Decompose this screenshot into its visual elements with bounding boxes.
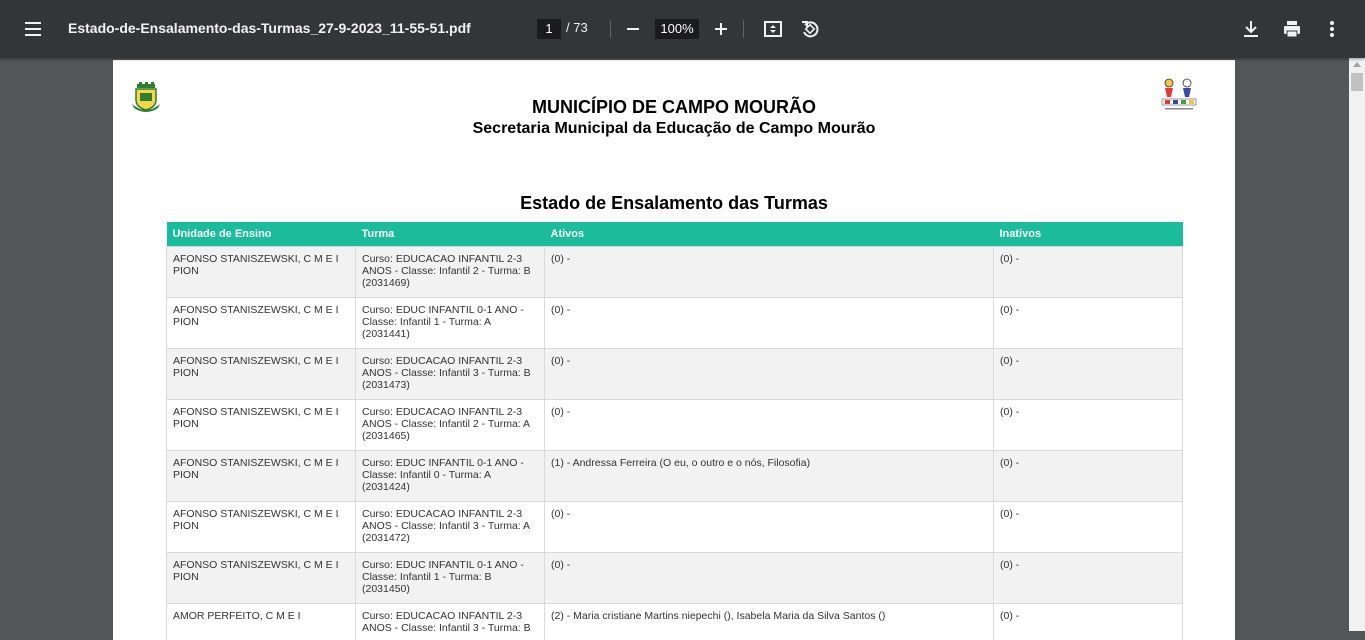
print-icon[interactable] (1281, 17, 1303, 41)
cell-turma: Curso: EDUC INFANTIL 0-1 ANO - Classe: I… (356, 298, 545, 349)
zoom-out-icon[interactable] (622, 17, 644, 41)
column-header-inativos: Inativos (994, 222, 1183, 247)
fit-page-icon[interactable] (762, 17, 784, 41)
table-row: AMOR PERFEITO, C M E I Curso: EDUCACAO I… (167, 604, 1183, 640)
cell-unidade: AFONSO STANISZEWSKI, C M E I PION (167, 451, 356, 502)
table-row: AFONSO STANISZEWSKI, C M E I PION Curso:… (167, 451, 1183, 502)
page-total: / 73 (566, 20, 588, 35)
more-options-icon[interactable] (1321, 17, 1343, 41)
table-row: AFONSO STANISZEWSKI, C M E I PION Curso:… (167, 298, 1183, 349)
cell-ativos: (0) - (545, 502, 994, 553)
scroll-up-arrow-icon[interactable] (1353, 62, 1361, 67)
cell-unidade: AFONSO STANISZEWSKI, C M E I PION (167, 553, 356, 604)
classes-table: Unidade de Ensino Turma Ativos Inativos … (166, 222, 1183, 640)
column-header-turma: Turma (356, 222, 545, 247)
document-subheading: Secretaria Municipal da Educação de Camp… (113, 120, 1235, 138)
cell-ativos: (2) - Maria cristiane Martins niepechi (… (545, 604, 994, 640)
cell-unidade: AFONSO STANISZEWSKI, C M E I PION (167, 298, 356, 349)
scrollbar-thumb[interactable] (1351, 73, 1363, 91)
cell-inativos: (0) - (994, 400, 1183, 451)
file-title: Estado-de-Ensalamento-das-Turmas_27-9-20… (68, 20, 471, 36)
cell-unidade: AFONSO STANISZEWSKI, C M E I PION (167, 502, 356, 553)
column-header-unidade: Unidade de Ensino (167, 222, 356, 247)
cell-inativos: (0) - (994, 502, 1183, 553)
cell-ativos: (0) - (545, 247, 994, 298)
cell-turma: Curso: EDUC INFANTIL 0-1 ANO - Classe: I… (356, 553, 545, 604)
table-row: AFONSO STANISZEWSKI, C M E I PION Curso:… (167, 502, 1183, 553)
table-header-row: Unidade de Ensino Turma Ativos Inativos (167, 222, 1183, 247)
pdf-toolbar: Estado-de-Ensalamento-das-Turmas_27-9-20… (0, 0, 1365, 58)
cell-turma: Curso: EDUCACAO INFANTIL 2-3 ANOS - Clas… (356, 604, 545, 640)
cell-unidade: AFONSO STANISZEWSKI, C M E I PION (167, 247, 356, 298)
cell-inativos: (0) - (994, 604, 1183, 640)
cell-inativos: (0) - (994, 247, 1183, 298)
table-row: AFONSO STANISZEWSKI, C M E I PION Curso:… (167, 553, 1183, 604)
table-row: AFONSO STANISZEWSKI, C M E I PION Curso:… (167, 247, 1183, 298)
cell-ativos: (0) - (545, 298, 994, 349)
cell-turma: Curso: EDUCACAO INFANTIL 2-3 ANOS - Clas… (356, 400, 545, 451)
report-title: Estado de Ensalamento das Turmas (113, 193, 1235, 214)
cell-turma: Curso: EDUCACAO INFANTIL 2-3 ANOS - Clas… (356, 247, 545, 298)
cell-unidade: AMOR PERFEITO, C M E I (167, 604, 356, 640)
pdf-page: MUNICÍPIO DE CAMPO MOURÃO Secretaria Mun… (113, 60, 1235, 640)
menu-icon[interactable] (22, 19, 46, 39)
zoom-in-icon[interactable] (710, 17, 732, 41)
toolbar-divider (610, 20, 611, 38)
cell-ativos: (1) - Andressa Ferreira (O eu, o outro e… (545, 451, 994, 502)
cell-unidade: AFONSO STANISZEWSKI, C M E I PION (167, 400, 356, 451)
table-row: AFONSO STANISZEWSKI, C M E I PION Curso:… (167, 349, 1183, 400)
cell-inativos: (0) - (994, 349, 1183, 400)
cell-inativos: (0) - (994, 553, 1183, 604)
download-icon[interactable] (1240, 17, 1262, 41)
cell-ativos: (0) - (545, 553, 994, 604)
zoom-level-input[interactable]: 100% (655, 19, 699, 39)
rotate-icon[interactable] (799, 17, 821, 41)
column-header-ativos: Ativos (545, 222, 994, 247)
vertical-scrollbar[interactable] (1349, 58, 1365, 631)
cell-inativos: (0) - (994, 298, 1183, 349)
cell-turma: Curso: EDUCACAO INFANTIL 2-3 ANOS - Clas… (356, 502, 545, 553)
toolbar-divider (743, 20, 744, 38)
page-number-input[interactable]: 1 (537, 19, 561, 39)
cell-ativos: (0) - (545, 349, 994, 400)
cell-unidade: AFONSO STANISZEWSKI, C M E I PION (167, 349, 356, 400)
document-heading: MUNICÍPIO DE CAMPO MOURÃO (113, 97, 1235, 118)
cell-inativos: (0) - (994, 451, 1183, 502)
cell-turma: Curso: EDUCACAO INFANTIL 2-3 ANOS - Clas… (356, 349, 545, 400)
cell-ativos: (0) - (545, 400, 994, 451)
table-row: AFONSO STANISZEWSKI, C M E I PION Curso:… (167, 400, 1183, 451)
cell-turma: Curso: EDUC INFANTIL 0-1 ANO - Classe: I… (356, 451, 545, 502)
